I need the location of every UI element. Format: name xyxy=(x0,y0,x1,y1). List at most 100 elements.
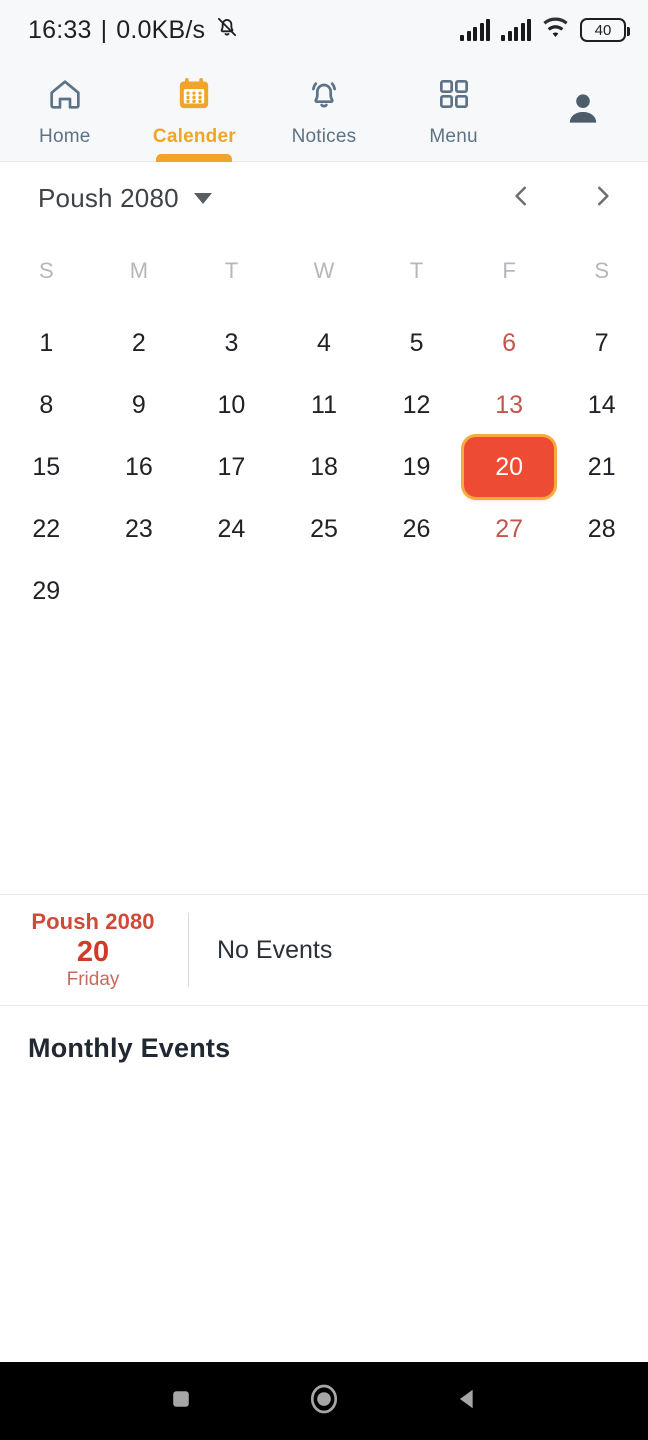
calendar-week-row: 22 23 24 25 26 27 28 xyxy=(0,498,648,560)
nav-tab-notices[interactable]: Notices xyxy=(259,60,389,161)
battery-level: 40 xyxy=(594,21,612,39)
bell-icon xyxy=(304,74,344,119)
monthly-events-title: Monthly Events xyxy=(28,1032,231,1063)
selected-day-events: No Events xyxy=(217,935,333,964)
calendar-day-cell[interactable]: 13 xyxy=(463,374,556,436)
calendar-day-cell[interactable]: 20 xyxy=(463,436,556,498)
signal-bars-icon xyxy=(460,19,490,41)
monthly-events-section: Monthly Events xyxy=(0,1006,648,1090)
calendar-day-cell[interactable]: 2 xyxy=(93,312,186,374)
vertical-divider xyxy=(188,913,189,987)
battery-indicator: 40 xyxy=(580,18,630,42)
calendar-day-cell[interactable]: 29 xyxy=(0,560,93,622)
status-network-speed: 0.0KB/s xyxy=(116,15,206,44)
calendar-day-empty xyxy=(555,560,648,622)
calendar-day-empty xyxy=(370,560,463,622)
selected-day-name: Friday xyxy=(66,969,120,991)
nav-tab-home[interactable]: Home xyxy=(0,60,130,161)
person-icon xyxy=(561,86,605,135)
calendar-week-row: 8 9 10 11 12 13 14 xyxy=(0,374,648,436)
calendar-day-empty xyxy=(185,560,278,622)
status-separator: | xyxy=(100,15,108,44)
calendar-week-row: 15 16 17 18 19 20 21 xyxy=(0,436,648,498)
calendar-spacer xyxy=(0,622,648,894)
calendar-day-cell[interactable]: 23 xyxy=(93,498,186,560)
nav-tab-label: Menu xyxy=(429,125,478,147)
profile-button[interactable] xyxy=(518,60,648,161)
calendar-day-cell[interactable]: 24 xyxy=(185,498,278,560)
calendar-day-cell[interactable]: 3 xyxy=(185,312,278,374)
calendar-day-cell[interactable]: 18 xyxy=(278,436,371,498)
calendar-icon xyxy=(174,74,214,119)
weekday-label: S xyxy=(594,258,610,283)
calendar-day-cell[interactable]: 22 xyxy=(0,498,93,560)
triangle-back-icon[interactable] xyxy=(450,1382,484,1421)
nav-tab-label: Notices xyxy=(291,125,357,147)
status-bar: 16:33 | 0.0KB/s 40 xyxy=(0,0,648,60)
weekday-label: T xyxy=(224,258,239,283)
calendar-day-cell[interactable]: 27 xyxy=(463,498,556,560)
calendar-day-cell[interactable]: 8 xyxy=(0,374,93,436)
selected-day-pill: 20 xyxy=(464,437,555,497)
calendar-week-row: 29 xyxy=(0,560,648,622)
nav-tab-menu[interactable]: Menu xyxy=(389,60,519,161)
calendar-day-cell[interactable]: 6 xyxy=(463,312,556,374)
weekday-label: T xyxy=(409,258,424,283)
nav-tab-calender[interactable]: Calender xyxy=(130,60,260,162)
android-navigation-bar xyxy=(0,1362,648,1440)
month-selector[interactable]: Poush 2080 xyxy=(38,183,212,214)
month-title: Poush 2080 xyxy=(38,182,179,213)
calendar-day-cell[interactable]: 21 xyxy=(555,436,648,498)
calendar-day-cell[interactable]: 10 xyxy=(185,374,278,436)
selected-date-block: Poush 2080 20 Friday xyxy=(28,909,158,991)
calendar-day-cell[interactable]: 5 xyxy=(370,312,463,374)
calendar-day-cell[interactable]: 14 xyxy=(555,374,648,436)
signal-bars-icon xyxy=(501,19,531,41)
weekday-label: M xyxy=(129,258,149,283)
nav-tab-label: Home xyxy=(39,125,91,147)
top-navigation-bar: Home Calender Notices Menu xyxy=(0,60,648,162)
calendar-day-cell[interactable]: 15 xyxy=(0,436,93,498)
circle-icon[interactable] xyxy=(305,1380,343,1423)
calendar-day-cell[interactable]: 12 xyxy=(370,374,463,436)
calendar-day-cell[interactable]: 4 xyxy=(278,312,371,374)
grid-icon xyxy=(434,74,474,119)
weekday-header-row: S M T W T F S xyxy=(0,258,648,284)
month-navigation xyxy=(506,181,618,216)
bell-muted-icon xyxy=(214,14,240,47)
status-bar-left: 16:33 | 0.0KB/s xyxy=(28,14,240,47)
calendar-day-cell[interactable]: 16 xyxy=(93,436,186,498)
phone-screen: 16:33 | 0.0KB/s 40 Home Calender Notices… xyxy=(0,0,648,1440)
active-tab-indicator xyxy=(156,154,233,162)
status-bar-right: 40 xyxy=(460,17,630,44)
calendar-day-cell[interactable]: 11 xyxy=(278,374,371,436)
selected-month-year: Poush 2080 xyxy=(31,908,155,934)
calendar-day-cell[interactable]: 28 xyxy=(555,498,648,560)
weekday-label: W xyxy=(313,258,335,283)
selected-day-number: 20 xyxy=(76,935,110,968)
calendar-day-cell[interactable]: 19 xyxy=(370,436,463,498)
next-month-button[interactable] xyxy=(588,181,618,216)
calendar-day-cell[interactable]: 25 xyxy=(278,498,371,560)
calendar-day-cell[interactable]: 1 xyxy=(0,312,93,374)
calendar-week-row: 1234567 xyxy=(0,312,648,374)
calendar-day-empty xyxy=(463,560,556,622)
weekday-label: S xyxy=(38,258,54,283)
square-icon[interactable] xyxy=(164,1382,198,1421)
weekday-label: F xyxy=(502,258,516,283)
calendar-month-header: Poush 2080 xyxy=(0,162,648,234)
prev-month-button[interactable] xyxy=(506,181,536,216)
selected-day-panel: Poush 2080 20 Friday No Events xyxy=(0,895,648,1005)
status-time: 16:33 xyxy=(28,15,92,44)
home-icon xyxy=(45,74,85,119)
calendar-day-cell[interactable]: 17 xyxy=(185,436,278,498)
calendar-day-cell[interactable]: 7 xyxy=(555,312,648,374)
calendar-day-cell[interactable]: 9 xyxy=(93,374,186,436)
wifi-icon xyxy=(542,17,569,44)
chevron-down-icon xyxy=(193,192,212,204)
calendar-day-cell[interactable]: 26 xyxy=(370,498,463,560)
calendar-date-grid: 1 2 3 4 5 6 7 8 9 10 11 12 13 14 15 16 17 18 19 20 21 22 23 24 2… xyxy=(0,312,648,622)
calendar-day-empty xyxy=(93,560,186,622)
nav-tab-label: Calender xyxy=(152,125,236,147)
monthly-events-list xyxy=(0,1090,648,1362)
